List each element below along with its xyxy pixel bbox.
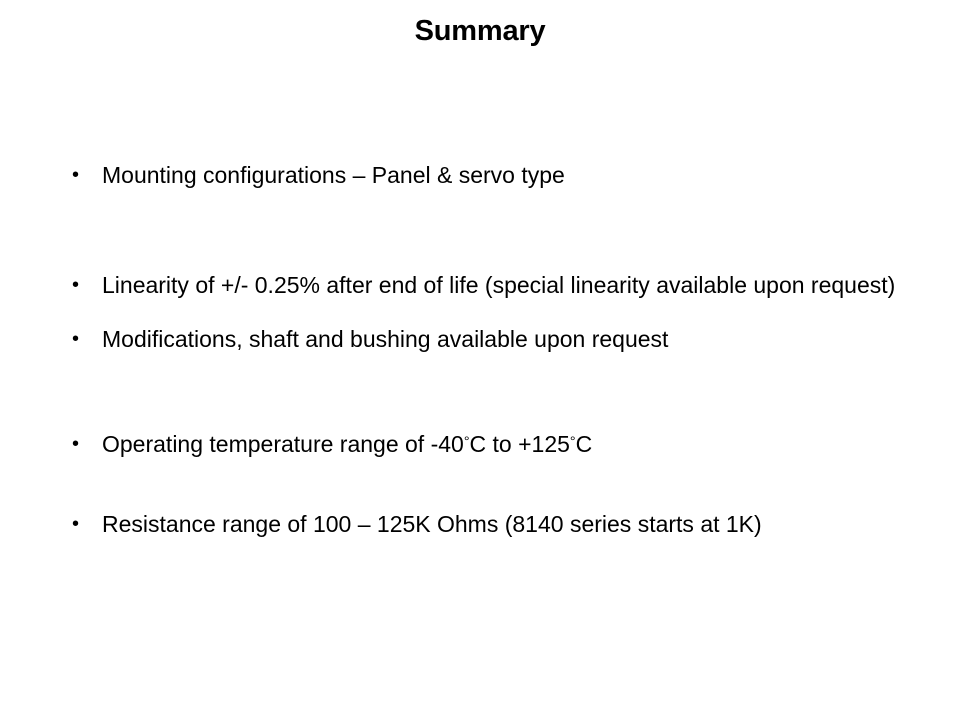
bullet-point-icon: • (72, 513, 80, 535)
bullet-text-operating-temperature: Operating temperature range of -40°C to … (102, 429, 924, 459)
temperature-text-middle: C to +125 (469, 431, 570, 457)
slide-title: Summary (414, 15, 546, 47)
bullet-item-linearity: • Linearity of +/- 0.25% after end of li… (68, 270, 924, 300)
bullet-point-icon: • (72, 328, 80, 350)
temperature-text-leading: Operating temperature range of -40 (102, 431, 464, 457)
bullet-point-icon: • (72, 274, 80, 296)
bullet-text-mounting-configurations: Mounting configurations – Panel & servo … (102, 162, 565, 188)
bullet-point-icon: • (72, 433, 80, 455)
presentation-slide: Summary • Mounting configurations – Pane… (0, 0, 960, 720)
bullet-item-resistance-range: • Resistance range of 100 – 125K Ohms (8… (68, 509, 924, 539)
bullet-item-operating-temperature: • Operating temperature range of -40°C t… (68, 429, 924, 459)
bullet-text-modifications: Modifications, shaft and bushing availab… (102, 326, 669, 352)
slide-body-content: • Mounting configurations – Panel & serv… (68, 160, 924, 539)
bullet-text-linearity: Linearity of +/- 0.25% after end of life… (102, 272, 896, 298)
bullet-item-mounting-configurations: • Mounting configurations – Panel & serv… (68, 160, 924, 190)
bullet-point-icon: • (72, 164, 80, 186)
bullet-item-modifications: • Modifications, shaft and bushing avail… (68, 324, 924, 354)
bullet-text-resistance-range: Resistance range of 100 – 125K Ohms (814… (102, 511, 762, 537)
temperature-text-trailing: C (575, 431, 593, 457)
